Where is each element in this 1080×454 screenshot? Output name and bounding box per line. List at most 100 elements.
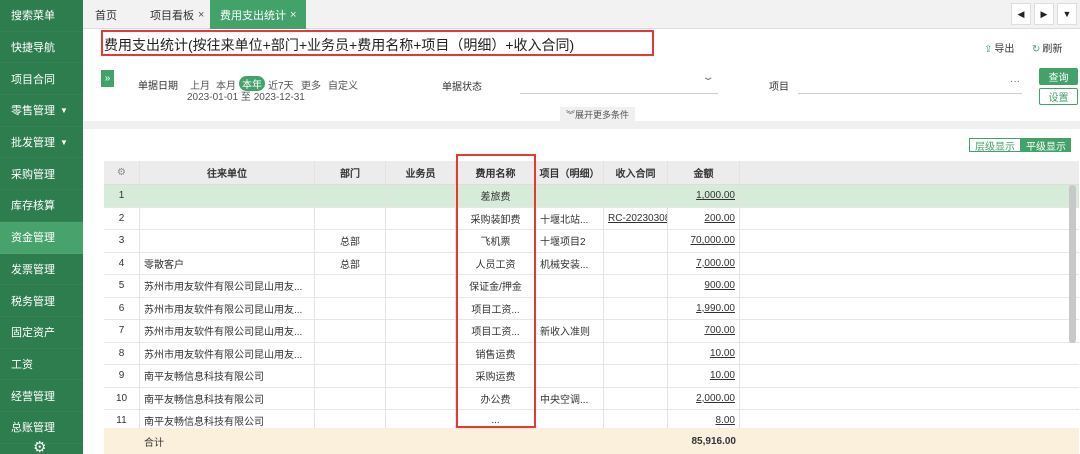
tab-expense-stats[interactable]: 费用支出统计 × — [210, 0, 307, 29]
cell-partner: 苏州市用友软件有限公司昆山用友... — [140, 320, 315, 342]
close-icon[interactable]: × — [290, 9, 296, 21]
table-row[interactable]: 4 零散客户 总部 人员工资 机械安装... 7,000.00 — [104, 252, 1079, 275]
cell-amount[interactable]: 10.00 — [668, 365, 740, 387]
cell-amount[interactable]: 7,000.00 — [668, 252, 740, 274]
tab-project-board[interactable]: 项目看板 × — [140, 0, 214, 29]
table-header: ⚙ 往来单位 部门 业务员 费用名称 项目（明细） 收入合同 金额 — [104, 161, 1079, 185]
cell-amount[interactable]: 70,000.00 — [668, 230, 740, 252]
settings-button[interactable]: 设置 — [1039, 88, 1078, 105]
query-button[interactable]: 查询 — [1039, 68, 1078, 85]
tab-scroll-right-icon[interactable]: ▶ — [1034, 3, 1054, 25]
cell-contract[interactable]: RC-20230308 — [604, 207, 668, 229]
cell-contract — [604, 185, 668, 207]
cell-project — [536, 365, 604, 387]
export-button[interactable]: ⇪ 导出 — [984, 40, 1014, 55]
cell-project: 新收入准则 — [536, 320, 604, 342]
status-label: 单据状态 — [442, 82, 482, 93]
cell-contract — [604, 252, 668, 274]
sidebar-item[interactable]: 批发管理 ▼ — [0, 127, 83, 159]
cell-dept — [315, 185, 386, 207]
cell-dept — [315, 275, 386, 297]
table-row[interactable]: 7 苏州市用友软件有限公司昆山用友... 项目工资... 新收入准则 700.00 — [104, 320, 1079, 343]
cell-amount[interactable]: 900.00 — [668, 275, 740, 297]
column-settings-gear-icon[interactable]: ⚙ — [104, 161, 140, 184]
status-select[interactable] — [520, 93, 718, 94]
vertical-scrollbar[interactable] — [1069, 185, 1076, 343]
cell-partner: 苏州市用友软件有限公司昆山用友... — [140, 342, 315, 364]
cell-partner — [140, 185, 315, 207]
column-staff-header[interactable]: 业务员 — [386, 161, 456, 184]
filter-collapse-toggle-icon[interactable]: » — [101, 70, 114, 87]
cell-amount[interactable]: 2,000.00 — [668, 387, 740, 409]
cell-amount[interactable]: 700.00 — [668, 320, 740, 342]
sidebar-item[interactable]: 搜索菜单 — [0, 0, 83, 32]
sidebar-item[interactable]: 发票管理 — [0, 254, 83, 286]
cell-dept — [315, 320, 386, 342]
sidebar-item[interactable]: 资金管理 — [0, 221, 83, 254]
sidebar-item[interactable]: 快捷导航 — [0, 32, 83, 64]
table-row[interactable]: 8 苏州市用友软件有限公司昆山用友... 销售运费 10.00 — [104, 342, 1079, 365]
sidebar-item-label: 采购管理 — [11, 168, 55, 181]
column-project-header[interactable]: 项目（明细） — [536, 161, 604, 184]
sidebar-item-label: 快捷导航 — [11, 42, 55, 55]
sidebar-item-label: 搜索菜单 — [11, 10, 55, 23]
cell-project: 机械安装... — [536, 252, 604, 274]
sidebar-item[interactable]: 税务管理 — [0, 285, 83, 317]
cell-contract — [604, 230, 668, 252]
cell-amount[interactable]: 1,990.00 — [668, 297, 740, 319]
cell-dept — [315, 207, 386, 229]
tab-scroll-left-icon[interactable]: ◀ — [1011, 3, 1031, 25]
settings-gear-icon[interactable]: ⚙ — [33, 440, 46, 454]
column-partner-header[interactable]: 往来单位 — [140, 161, 315, 184]
tab-menu-chevron-down-icon[interactable]: ▼ — [1057, 3, 1077, 25]
flat-view-button[interactable]: 平级显示 — [1021, 138, 1071, 153]
cell-staff — [386, 365, 456, 387]
tab-label: 首页 — [95, 9, 117, 22]
table-row[interactable]: 2 采购装卸费 十堰北站... RC-20230308 200.00 — [104, 207, 1079, 230]
project-input[interactable] — [798, 93, 1022, 94]
sidebar-item[interactable]: 经营管理 — [0, 380, 83, 412]
cell-amount[interactable]: 200.00 — [668, 207, 740, 229]
refresh-button[interactable]: ↻ 刷新 — [1032, 40, 1062, 55]
sidebar-item-label: 零售管理 — [11, 105, 55, 118]
column-contract-header[interactable]: 收入合同 — [604, 161, 668, 184]
sidebar-item-label: 税务管理 — [11, 295, 55, 308]
table-row[interactable]: 9 南平友畅信息科技有限公司 采购运费 10.00 — [104, 365, 1079, 388]
cell-amount[interactable]: 1,000.00 — [668, 185, 740, 207]
sidebar-item[interactable]: 项目合同 — [0, 63, 83, 96]
sidebar-item-label: 工资 — [11, 358, 33, 371]
cell-staff — [386, 387, 456, 409]
table-row[interactable]: 10 南平友畅信息科技有限公司 办公费 中央空调... 2,000.00 — [104, 387, 1079, 410]
sidebar-item-label: 经营管理 — [11, 390, 55, 403]
cell-dept — [315, 297, 386, 319]
cell-contract — [604, 342, 668, 364]
tab-label: 费用支出统计 — [220, 9, 286, 22]
cell-staff — [386, 252, 456, 274]
chevron-down-icon[interactable]: ⌄ — [701, 72, 714, 83]
refresh-icon: ↻ — [1032, 44, 1041, 55]
sidebar-item[interactable]: 库存核算 — [0, 190, 83, 222]
column-dept-header[interactable]: 部门 — [315, 161, 386, 184]
sidebar-item[interactable]: 固定资产 — [0, 317, 83, 349]
total-row: 合计 85,916.00 — [104, 428, 1079, 454]
table-row[interactable]: 5 苏州市用友软件有限公司昆山用友... 保证金/押金 900.00 — [104, 275, 1079, 298]
sidebar-item[interactable]: 工资 — [0, 349, 83, 381]
date-range[interactable]: 2023-01-01 至 2023-12-31 — [187, 88, 305, 103]
tab-home[interactable]: 首页 — [85, 0, 127, 29]
cell-staff — [386, 207, 456, 229]
project-picker-icon[interactable]: ··· — [1010, 76, 1020, 87]
quick-custom[interactable]: 自定义 — [328, 77, 358, 92]
table-row[interactable]: 6 苏州市用友软件有限公司昆山用友... 项目工资... 1,990.00 — [104, 297, 1079, 320]
refresh-label: 刷新 — [1042, 44, 1063, 55]
table-row[interactable]: 3 总部 飞机票 十堰项目2 70,000.00 — [104, 230, 1079, 253]
table-row[interactable]: 1 差旅费 1,000.00 — [104, 185, 1079, 208]
hierarchy-view-button[interactable]: 层级显示 — [969, 138, 1021, 153]
expand-more-conditions[interactable]: ︾ 展开更多条件 — [560, 107, 636, 121]
close-icon[interactable]: × — [198, 9, 204, 21]
cell-amount[interactable]: 10.00 — [668, 342, 740, 364]
cell-staff — [386, 275, 456, 297]
sidebar-item[interactable]: 采购管理 — [0, 158, 83, 191]
sidebar-item-label: 项目合同 — [11, 73, 55, 86]
sidebar-item[interactable]: 零售管理 ▼ — [0, 95, 83, 127]
column-amount-header[interactable]: 金额 — [668, 161, 740, 184]
